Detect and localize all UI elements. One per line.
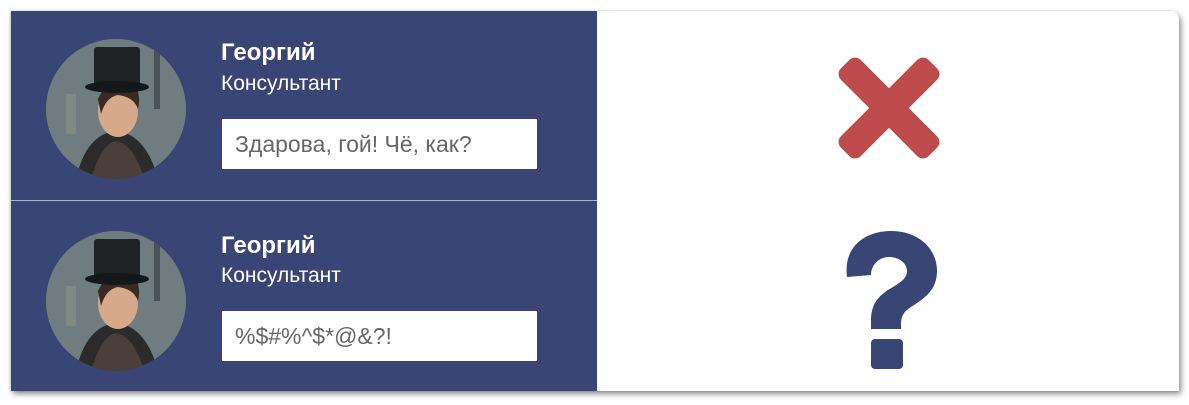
chat-card: Георгий Консультант Здарова, гой! Чё, ка… bbox=[11, 11, 597, 201]
portrait-image bbox=[46, 39, 186, 179]
contact-role: Консультант bbox=[221, 72, 341, 95]
cross-icon bbox=[837, 56, 941, 160]
question-mark-icon bbox=[837, 231, 941, 371]
portrait-image bbox=[46, 231, 186, 371]
contact-name: Георгий bbox=[221, 39, 316, 66]
comparison-panel: Георгий Консультант Здарова, гой! Чё, ка… bbox=[11, 11, 1179, 391]
message-bubble: Здарова, гой! Чё, как? bbox=[222, 119, 537, 169]
contact-role: Консультант bbox=[221, 264, 341, 287]
message-bubble: %$#%^$*@&?! bbox=[222, 311, 537, 361]
avatar bbox=[46, 39, 186, 179]
chat-cards-column: Георгий Консультант Здарова, гой! Чё, ка… bbox=[11, 11, 597, 391]
row-divider bbox=[11, 200, 597, 201]
avatar bbox=[46, 231, 186, 371]
contact-name: Георгий bbox=[221, 232, 316, 259]
chat-card: Георгий Консультант %$#%^$*@&?! bbox=[11, 202, 597, 391]
